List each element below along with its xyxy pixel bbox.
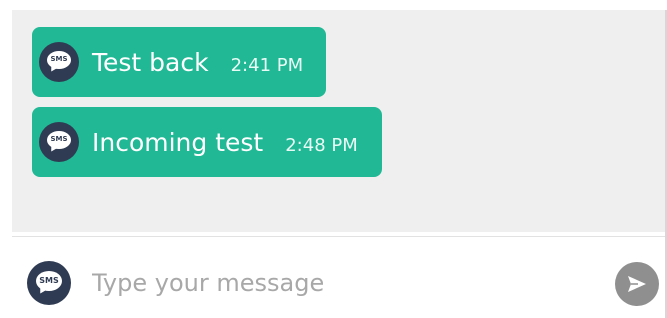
message-bubble: SMS Incoming test 2:48 PM <box>32 107 382 177</box>
message-text: Incoming test <box>92 127 264 157</box>
send-icon <box>628 276 646 292</box>
chat-panel: SMS Test back 2:41 PM SMS Incoming test … <box>0 0 667 318</box>
message-time: 2:48 PM <box>285 134 358 156</box>
message-thread[interactable]: SMS Test back 2:41 PM SMS Incoming test … <box>12 10 665 232</box>
sms-icon: SMS <box>39 42 79 82</box>
message-bubble: SMS Test back 2:41 PM <box>32 27 326 97</box>
send-button[interactable] <box>615 262 659 306</box>
sms-icon: SMS <box>39 122 79 162</box>
message-input[interactable] <box>92 261 592 305</box>
message-text: Test back <box>92 47 209 77</box>
message-time: 2:41 PM <box>230 54 304 76</box>
channel-sms-icon[interactable]: SMS <box>27 261 71 305</box>
message-composer: SMS <box>12 236 665 318</box>
